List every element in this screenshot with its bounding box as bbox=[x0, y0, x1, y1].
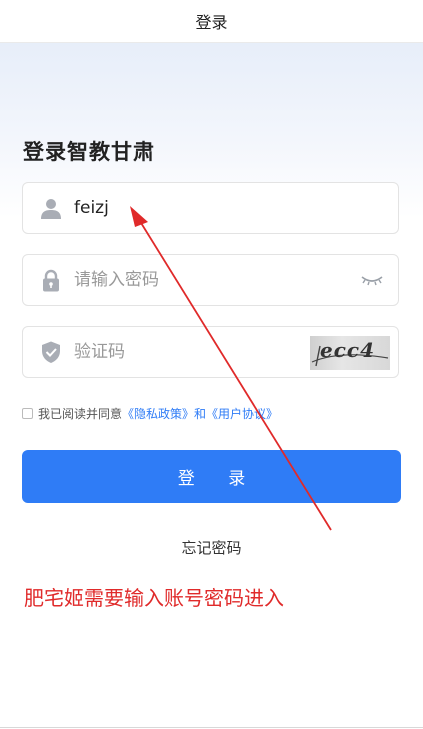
annotation-arrow bbox=[130, 206, 332, 531]
bottom-divider bbox=[0, 727, 423, 728]
